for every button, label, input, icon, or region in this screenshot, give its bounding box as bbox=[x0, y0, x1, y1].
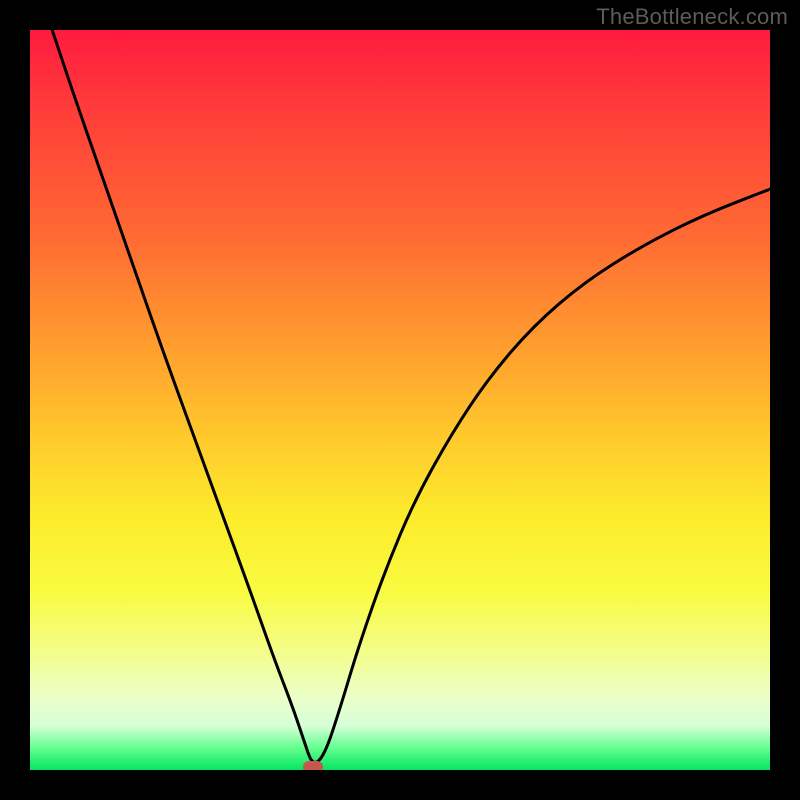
optimum-marker bbox=[303, 761, 323, 770]
watermark-text: TheBottleneck.com bbox=[596, 4, 788, 30]
curve-svg bbox=[30, 30, 770, 770]
plot-area bbox=[30, 30, 770, 770]
bottleneck-curve bbox=[52, 30, 770, 762]
chart-frame: TheBottleneck.com bbox=[0, 0, 800, 800]
